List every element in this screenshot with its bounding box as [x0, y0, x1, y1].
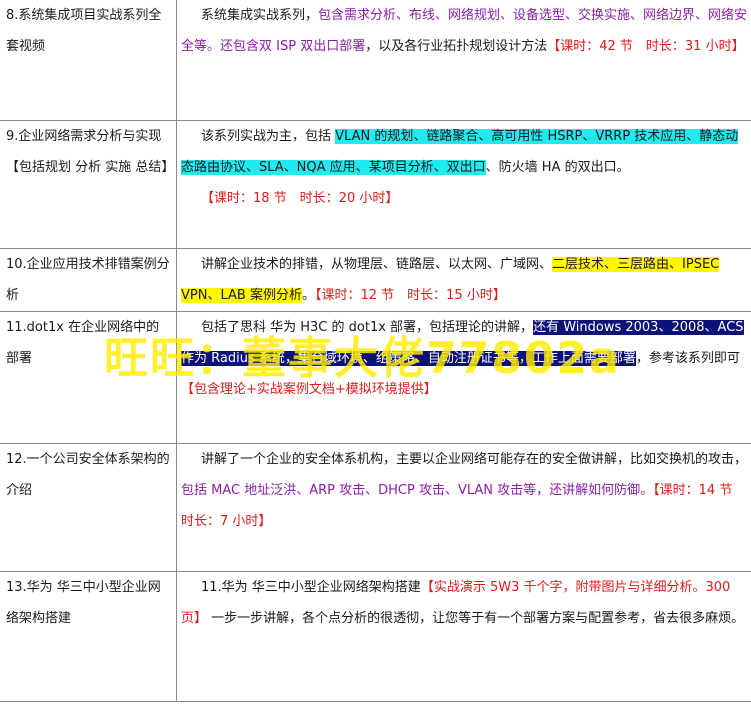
- course-title: 13.华为 华三中小型企业网络架构搭建: [0, 571, 177, 702]
- table-row: 9.企业网络需求分析与实现【包括规划 分析 实施 总结】 该系列实战为主，包括 V…: [0, 120, 751, 249]
- course-description: 系统集成实战系列，包含需求分析、布线、网络规划、设备选型、交换实施、网络边界、网…: [176, 0, 751, 121]
- description-text: 讲解企业技术的排错，从物理层、链路层、以太网、广域网、: [201, 256, 553, 272]
- table-row: 12.一个公司安全体系架构的介绍 讲解了一个企业的安全体系机构，主要以企业网络可能…: [0, 443, 751, 572]
- course-table-body: 8.系统集成项目实战系列全套视频 系统集成实战系列，包含需求分析、布线、网络规划、…: [0, 0, 751, 702]
- course-title: 11.dot1x 在企业网络中的部署: [0, 311, 177, 444]
- course-description: 讲解了一个企业的安全体系机构，主要以企业网络可能存在的安全做讲解，比如交换机的攻…: [176, 443, 751, 572]
- course-title: 10.企业应用技术排错案例分析: [0, 248, 177, 312]
- lesson-info: 【包含理论+实战案例文档+模拟环境提供】: [181, 381, 437, 397]
- description-text: ，参考该系列即可: [635, 350, 740, 366]
- table-row: 8.系统集成项目实战系列全套视频 系统集成实战系列，包含需求分析、布线、网络规划、…: [0, 0, 751, 121]
- course-description: 包括了思科 华为 H3C 的 dot1x 部署，包括理论的讲解，还有 Windo…: [176, 311, 751, 444]
- description-text: 包括了思科 华为 H3C 的 dot1x 部署，包括理论的讲解，: [201, 319, 534, 335]
- course-description: 11.华为 华三中小型企业网络架构搭建【实战演示 5W3 千个字，附带图片与详细…: [176, 571, 751, 702]
- course-title: 12.一个公司安全体系架构的介绍: [0, 443, 177, 572]
- course-title: 9.企业网络需求分析与实现【包括规划 分析 实施 总结】: [0, 120, 177, 249]
- description-text: 讲解了一个企业的安全体系机构，主要以企业网络可能存在的安全做讲解，比如交换机的攻…: [201, 451, 748, 467]
- description-text: 、防火墙 HA 的双出口。: [485, 159, 630, 175]
- description-text: 。: [301, 287, 315, 303]
- lesson-info: 【课时：18 节 时长：20 小时】: [201, 190, 399, 206]
- table-row: 13.华为 华三中小型企业网络架构搭建 11.华为 华三中小型企业网络架构搭建【实…: [0, 571, 751, 702]
- highlight-text: 包括 MAC 地址泛洪、ARP 攻击、DHCP 攻击、VLAN 攻击等，还讲解如…: [181, 482, 654, 498]
- lesson-info: 【课时：12 节 时长：15 小时】: [314, 287, 506, 303]
- course-description: 该系列实战为主，包括 VLAN 的规划、链路聚合、高可用性 HSRP、VRRP …: [176, 120, 751, 249]
- description-text: 一步一步讲解，各个点分析的很透彻，让您等于有一个部署方案与配置参考，省去很多麻烦…: [207, 610, 745, 626]
- description-text: 该系列实战为主，包括: [201, 128, 336, 144]
- course-table: 8.系统集成项目实战系列全套视频 系统集成实战系列，包含需求分析、布线、网络规划、…: [0, 0, 751, 702]
- lesson-info: 【课时：42 节 时长：31 小时】: [547, 39, 745, 54]
- description-text: ，以及各行业拓扑规划设计方法: [365, 39, 548, 54]
- table-row: 11.dot1x 在企业网络中的部署 包括了思科 华为 H3C 的 dot1x 部…: [0, 311, 751, 444]
- course-title: 8.系统集成项目实战系列全套视频: [0, 0, 177, 121]
- description-text: 系统集成实战系列，: [201, 8, 319, 23]
- course-description: 讲解企业技术的排错，从物理层、链路层、以太网、广域网、二层技术、三层路由、IPS…: [176, 248, 751, 312]
- table-row: 10.企业应用技术排错案例分析 讲解企业技术的排错，从物理层、链路层、以太网、广域…: [0, 248, 751, 312]
- description-text: 11.华为 华三中小型企业网络架构搭建: [201, 579, 421, 595]
